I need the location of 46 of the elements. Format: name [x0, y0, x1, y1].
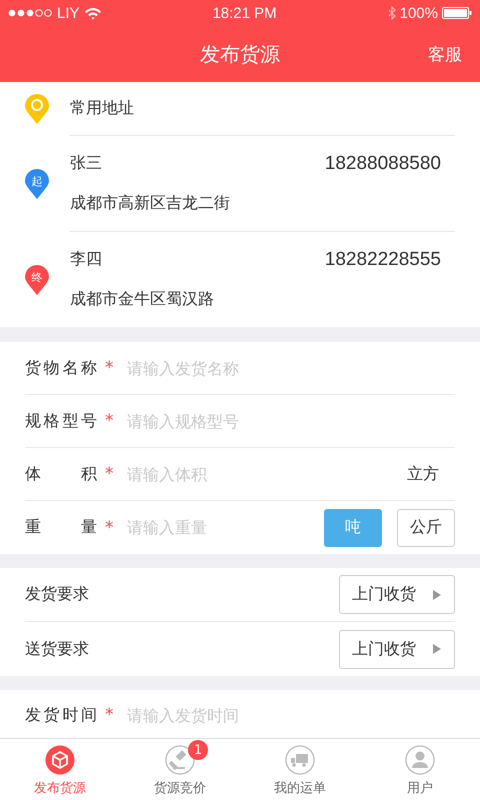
field-label: 规格型号: [25, 410, 97, 432]
field-label: 发货要求: [25, 584, 90, 605]
unit-option[interactable]: 公斤: [397, 508, 455, 546]
unit-label: 立方: [407, 464, 439, 484]
box-icon: [45, 745, 75, 775]
tab-item[interactable]: 发布货源: [0, 739, 120, 800]
location-pin-icon: 终: [25, 264, 49, 294]
truck-icon: [285, 745, 315, 775]
carrier-name: LIY: [57, 4, 80, 22]
required-mark: *: [105, 518, 114, 538]
triangle-icon: [432, 590, 442, 600]
battery-icon: [442, 7, 472, 19]
status-time: 18:21 PM: [212, 4, 277, 22]
triangle-icon: [432, 644, 442, 654]
field-label: 送货要求: [25, 638, 90, 660]
phone-number: 18282228555: [324, 249, 441, 271]
wifi-icon: [84, 6, 102, 20]
battery-percent: 100%: [400, 4, 438, 22]
dropdown-select[interactable]: 上门收货: [339, 630, 455, 668]
contact-name: 张三: [70, 153, 102, 174]
tab-item[interactable]: 我的运单: [240, 739, 360, 800]
street-address: 成都市金牛区蜀汉路: [70, 289, 215, 310]
field-label: 体 积: [25, 464, 97, 484]
dropdown-select[interactable]: 上门收货: [339, 575, 455, 614]
location-pin-icon: 起: [25, 169, 49, 199]
street-address: 成都市高新区吉龙二街: [70, 193, 231, 214]
phone-number: 18288088580: [324, 153, 441, 175]
gavel-icon: [165, 745, 195, 775]
field-label: 重 量: [25, 517, 97, 538]
required-mark: *: [105, 358, 114, 378]
field-label: 发货时间: [25, 704, 97, 726]
page-title: 发布货源: [200, 40, 280, 68]
field-label: 货物名称: [25, 358, 97, 378]
user-icon: [405, 745, 435, 775]
common-address-label[interactable]: 常用地址: [70, 98, 134, 119]
required-mark: *: [105, 464, 114, 484]
location-pin-icon: [25, 94, 49, 124]
required-mark: *: [105, 705, 114, 725]
tab-item[interactable]: 用户: [360, 739, 480, 800]
contact-name: 李四: [70, 249, 102, 270]
required-mark: *: [105, 411, 114, 431]
tab-item[interactable]: 货源竞价 1: [120, 739, 240, 800]
customer-service-link[interactable]: 客服: [428, 43, 462, 66]
signal-icon: [8, 8, 53, 18]
bluetooth-icon: [388, 6, 396, 20]
notification-badge: 1: [188, 740, 208, 760]
